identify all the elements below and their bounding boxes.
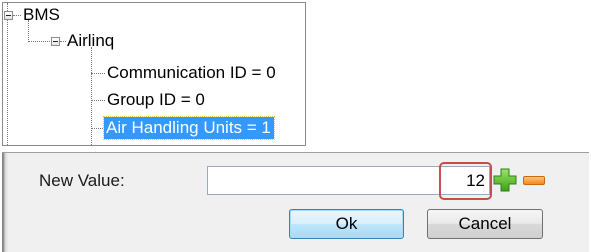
tree-node-air-handling-units[interactable]: Air Handling Units = 1 [103,116,275,140]
new-value-label: New Value: [39,171,125,190]
collapse-icon[interactable] [4,11,13,20]
new-value-input[interactable] [207,166,490,195]
tree-node-group-id[interactable]: Group ID = 0 [107,89,205,111]
tree-line [28,41,50,42]
tree-line [91,100,105,101]
tree-line [13,15,21,16]
tree-view[interactable]: BMS Airlinq Communication ID = 0 Group I… [2,2,306,146]
tree-line [91,128,103,129]
ok-button[interactable]: Ok [289,209,404,239]
plus-icon[interactable] [493,168,517,192]
minus-icon[interactable] [523,176,545,185]
tree-node-communication-id[interactable]: Communication ID = 0 [107,62,276,84]
dialog-border [2,153,8,252]
edit-value-dialog: New Value: Ok Cancel [2,152,589,252]
collapse-icon[interactable] [51,37,60,46]
tree-line [28,20,29,40]
tree-line [91,73,105,74]
tree-line [91,47,92,145]
tree-line [60,41,66,42]
cancel-button[interactable]: Cancel [427,209,543,239]
tree-line [7,3,8,145]
